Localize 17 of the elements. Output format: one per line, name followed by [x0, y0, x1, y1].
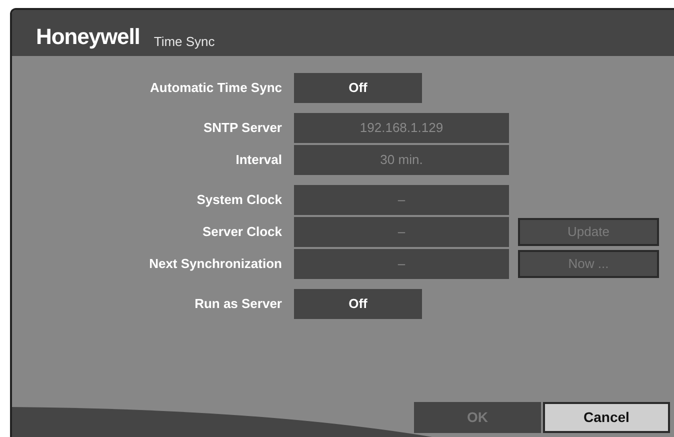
value-field: – [294, 185, 509, 215]
value-field: 192.168.1.129 [294, 113, 509, 143]
brand-logo: Honeywell [36, 26, 140, 48]
setting-label: SNTP Server [202, 119, 283, 138]
value-field: 30 min. [294, 145, 509, 175]
setting-label: System Clock [196, 191, 283, 210]
dialog-button[interactable]: Cancel [543, 402, 670, 433]
value-field: – [294, 249, 509, 279]
setting-label: Run as Server [194, 295, 283, 314]
setting-label: Automatic Time Sync [149, 79, 283, 98]
screen-title: Time Sync [154, 35, 215, 48]
setting-label: Server Clock [202, 223, 283, 242]
setting-label: Interval [234, 151, 283, 170]
toggle-field[interactable]: Off [294, 289, 422, 319]
toggle-field[interactable]: Off [294, 73, 422, 103]
value-field: – [294, 217, 509, 247]
setting-label: Next Synchronization [148, 255, 283, 274]
